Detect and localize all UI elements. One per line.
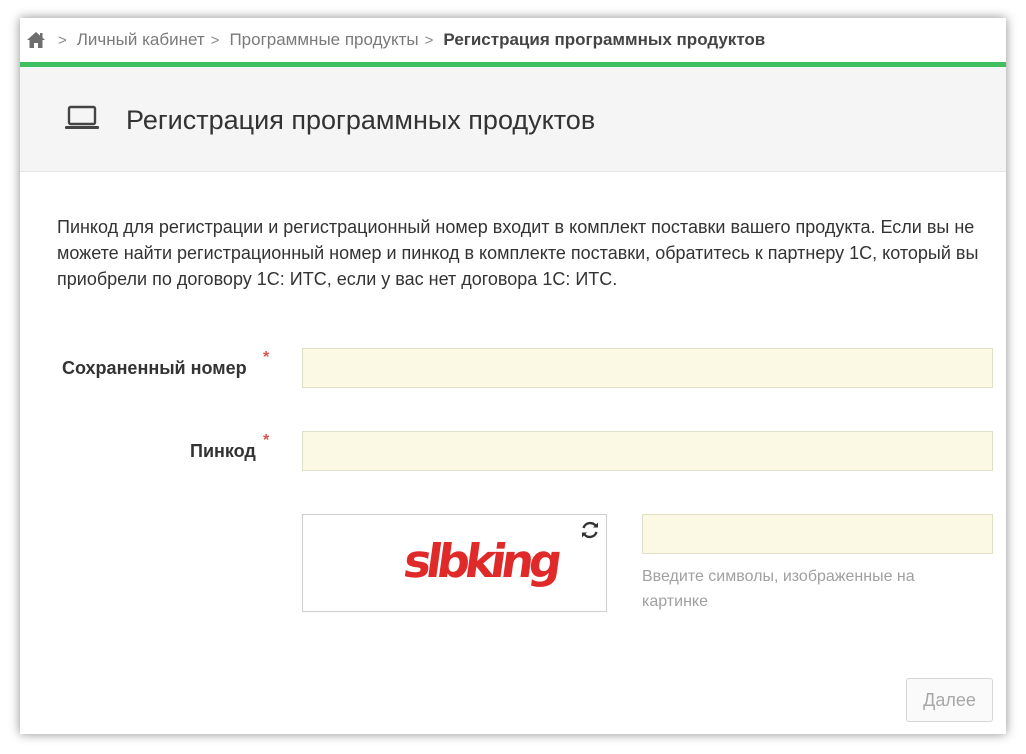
pincode-label: Пинкод xyxy=(190,441,256,461)
page-title: Регистрация программных продуктов xyxy=(126,105,596,135)
breadcrumb-current: Регистрация программных продуктов xyxy=(443,30,766,49)
chevron-right-icon: > xyxy=(58,31,67,49)
captcha-text: slbking xyxy=(403,534,563,588)
laptop-icon xyxy=(65,105,99,129)
page-header: Регистрация программных продуктов xyxy=(20,67,1006,172)
captcha-input[interactable] xyxy=(642,514,993,554)
captcha-hint: Введите символы, изображенные на картинк… xyxy=(642,568,915,610)
description-text: Пинкод для регистрации и регистрационный… xyxy=(57,217,979,289)
next-button[interactable]: Далее xyxy=(906,678,993,722)
captcha-box: slbking xyxy=(302,514,607,612)
main-window: > Личный кабинет > Программные продукты … xyxy=(20,18,1006,734)
saved-number-label: Сохраненный номер xyxy=(62,358,247,378)
pincode-input[interactable] xyxy=(302,431,993,471)
home-icon[interactable] xyxy=(26,31,46,49)
saved-number-input[interactable] xyxy=(302,348,993,388)
chevron-right-icon: > xyxy=(210,31,220,49)
captcha-image: slbking xyxy=(403,534,563,588)
refresh-icon[interactable] xyxy=(579,519,601,541)
required-marker: * xyxy=(263,349,270,366)
required-marker: * xyxy=(263,432,270,449)
breadcrumb-item-personal-account[interactable]: Личный кабинет xyxy=(77,30,205,50)
breadcrumb: > Личный кабинет > Программные продукты … xyxy=(20,18,1006,62)
breadcrumb-item-software-products[interactable]: Программные продукты xyxy=(229,30,418,50)
chevron-right-icon: > xyxy=(424,31,434,49)
